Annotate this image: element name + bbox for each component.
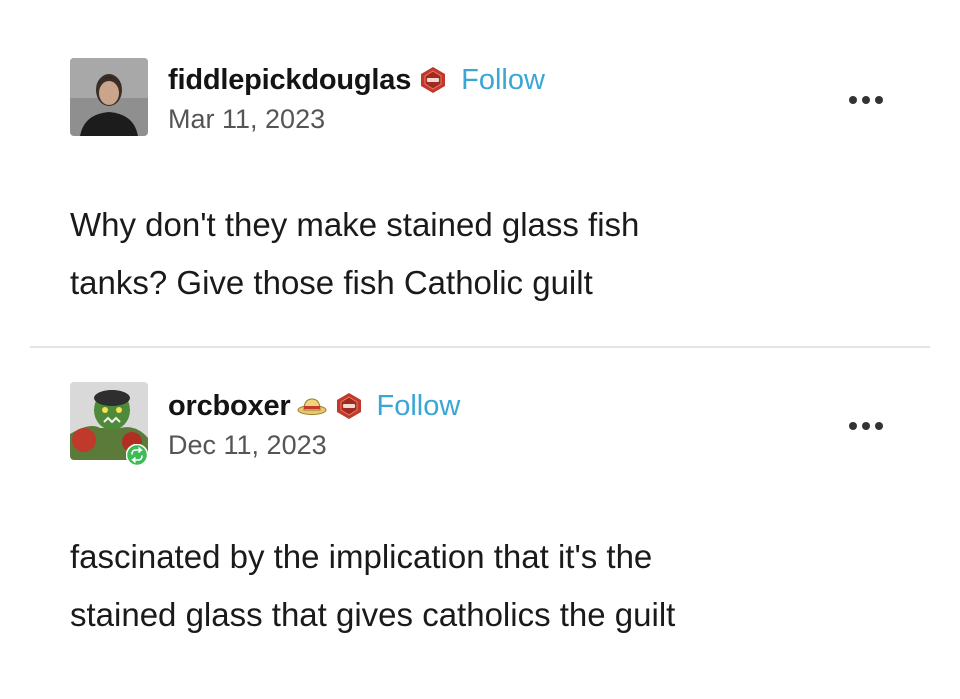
follow-button[interactable]: Follow	[461, 64, 545, 97]
post-date: Mar 11, 2023	[168, 104, 326, 134]
post-body-line: fascinated by the implication that it's …	[70, 538, 653, 575]
post-header: orcboxer Follow	[168, 386, 460, 426]
more-options-icon	[849, 96, 883, 104]
more-options-button[interactable]	[846, 93, 886, 107]
post-body: Why don't they make stained glass fish t…	[70, 196, 890, 312]
crest-badge-icon	[335, 392, 363, 420]
follow-button[interactable]: Follow	[377, 390, 461, 423]
post-body-line: Why don't they make stained glass fish	[70, 206, 640, 243]
straw-hat-icon	[297, 396, 327, 416]
username[interactable]: fiddlepickdouglas	[168, 64, 411, 97]
username[interactable]: orcboxer	[168, 390, 291, 423]
post-orcboxer: orcboxer Follow Dec 11, 2023 fascinated …	[0, 352, 960, 699]
reblog-icon	[125, 443, 149, 467]
avatar[interactable]	[70, 58, 148, 136]
post-body-line: tanks? Give those fish Catholic guilt	[70, 264, 593, 301]
crest-badge-icon	[419, 66, 447, 94]
more-options-icon	[849, 422, 883, 430]
more-options-button[interactable]	[846, 419, 886, 433]
reblog-badge	[125, 443, 149, 467]
post-divider	[30, 346, 930, 348]
avatar-photo-icon	[70, 58, 148, 136]
post-body-line: stained glass that gives catholics the g…	[70, 596, 676, 633]
post-header: fiddlepickdouglas Follow	[168, 60, 545, 100]
post-body: fascinated by the implication that it's …	[70, 528, 890, 644]
post-fiddlepickdouglas: fiddlepickdouglas Follow Mar 11, 2023 Wh…	[0, 0, 960, 340]
post-date: Dec 11, 2023	[168, 430, 327, 460]
